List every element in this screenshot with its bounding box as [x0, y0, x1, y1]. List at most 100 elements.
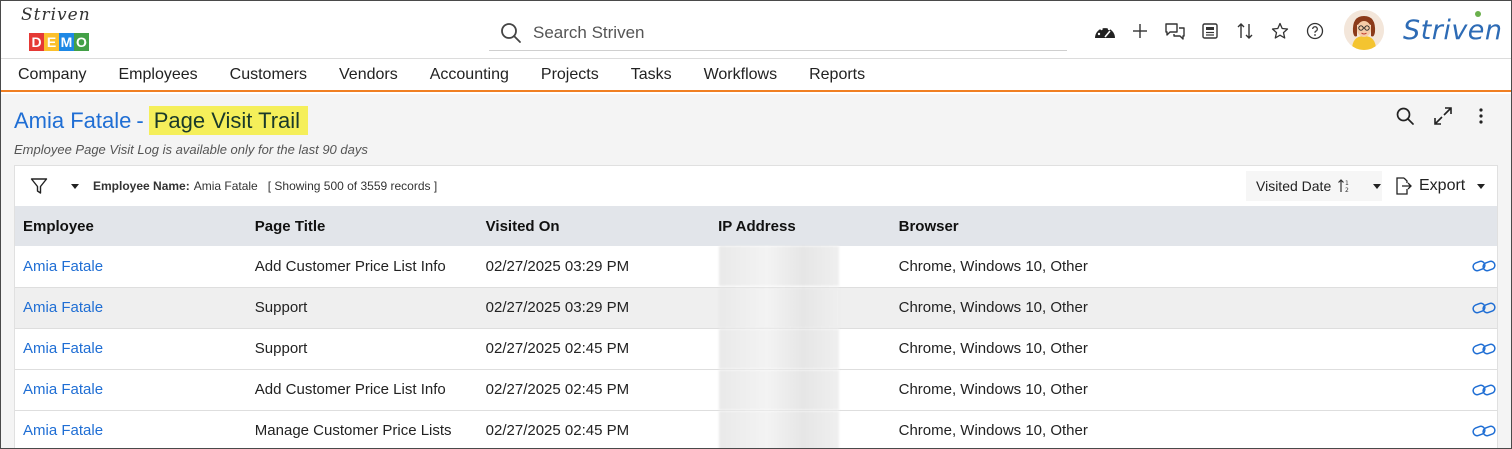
logo-demo-letter: M	[59, 33, 74, 51]
striven-demo-logo[interactable]: Striven D E M O	[19, 5, 99, 53]
ip-redacted	[719, 328, 840, 369]
browser-cell: Chrome, Windows 10, Other	[898, 299, 1088, 316]
column-header-actions	[1104, 206, 1497, 246]
nav-item-reports[interactable]: Reports	[809, 66, 865, 84]
employee-link[interactable]: Amia Fatale	[15, 369, 247, 410]
nav-item-accounting[interactable]: Accounting	[430, 66, 509, 84]
browser-cell: Chrome, Windows 10, Other	[898, 422, 1088, 439]
search-icon[interactable]	[499, 21, 523, 45]
page-title-cell: Add Customer Price List Info	[254, 381, 446, 398]
link-cell	[1104, 246, 1497, 287]
export-dropdown-caret[interactable]	[1477, 183, 1486, 189]
records-count: [ Showing 500 of 3559 records ]	[267, 179, 438, 193]
user-avatar[interactable]	[1344, 10, 1384, 50]
sort-arrows-icon[interactable]	[1227, 17, 1262, 45]
table-row: Amia Fatale Add Customer Price List Info…	[15, 369, 1497, 410]
employee-link[interactable]: Amia Fatale	[15, 246, 247, 287]
page-search-icon[interactable]	[1386, 104, 1424, 128]
star-icon[interactable]	[1262, 17, 1297, 45]
page-subtitle: Employee Page Visit Log is available onl…	[14, 142, 368, 157]
logo-script-text: Striven	[21, 5, 91, 25]
app-window: Striven D E M O Search Striven Striven C…	[0, 0, 1512, 449]
nav-item-workflows[interactable]: Workflows	[704, 66, 778, 84]
link-cell	[1104, 328, 1497, 369]
page-title-cell: Support	[254, 299, 308, 316]
dashboard-icon[interactable]	[1087, 17, 1122, 45]
filter-value: Amia Fatale	[193, 179, 258, 193]
search-input[interactable]	[533, 22, 1033, 43]
link-icon[interactable]	[1471, 340, 1497, 358]
filter-label: Employee Name:	[93, 179, 190, 193]
filter-dropdown-caret[interactable]	[63, 183, 87, 189]
expand-icon[interactable]	[1424, 104, 1462, 128]
sort-selector[interactable]: Visited Date 12	[1246, 171, 1382, 201]
page-header-tools	[1386, 104, 1500, 128]
more-options-icon[interactable]	[1462, 104, 1500, 128]
column-header-visited-on[interactable]: Visited On	[478, 206, 710, 246]
help-icon[interactable]	[1297, 17, 1332, 45]
ip-address-cell	[710, 410, 891, 448]
column-header-ip-address[interactable]: IP Address	[710, 206, 891, 246]
nav-item-employees[interactable]: Employees	[118, 66, 197, 84]
plus-icon[interactable]	[1122, 17, 1157, 45]
nav-item-tasks[interactable]: Tasks	[631, 66, 672, 84]
nav-item-company[interactable]: Company	[18, 66, 86, 84]
page-title: Amia Fatale - Page Visit Trail	[14, 106, 309, 135]
svg-text:2: 2	[1345, 187, 1349, 194]
export-button[interactable]: Export	[1393, 171, 1493, 201]
table-header-row: Employee Page Title Visited On IP Addres…	[15, 206, 1497, 246]
export-label: Export	[1419, 177, 1466, 194]
svg-text:1: 1	[1345, 180, 1349, 187]
ip-address-cell	[710, 369, 891, 410]
column-header-employee[interactable]: Employee	[15, 206, 247, 246]
logo-demo-letter: D	[29, 33, 44, 51]
chat-icon[interactable]	[1157, 17, 1192, 45]
ip-address-cell	[710, 287, 891, 328]
column-header-browser[interactable]: Browser	[891, 206, 1104, 246]
browser-cell: Chrome, Windows 10, Other	[898, 381, 1088, 398]
header-tools	[1087, 17, 1332, 45]
sort-label: Visited Date	[1256, 178, 1332, 194]
logo-demo-letter: O	[74, 33, 89, 51]
employee-link[interactable]: Amia Fatale	[15, 287, 247, 328]
link-icon[interactable]	[1471, 257, 1497, 275]
filter-icon[interactable]	[15, 166, 63, 206]
grid-toolbar: Employee Name: Amia Fatale [ Showing 500…	[15, 166, 1497, 206]
nav-item-customers[interactable]: Customers	[230, 66, 307, 84]
nav-item-vendors[interactable]: Vendors	[339, 66, 398, 84]
visited-on-cell: 02/27/2025 02:45 PM	[485, 340, 630, 357]
visit-trail-table: Employee Page Title Visited On IP Addres…	[15, 206, 1497, 448]
visited-on-cell: 02/27/2025 03:29 PM	[485, 299, 630, 316]
ip-redacted	[719, 369, 840, 410]
ip-address-cell	[710, 246, 891, 287]
visited-on-cell: 02/27/2025 02:45 PM	[485, 381, 630, 398]
export-icon	[1396, 177, 1412, 195]
link-icon[interactable]	[1471, 299, 1497, 317]
main-content: Amia Fatale - Page Visit Trail Employee …	[1, 94, 1511, 448]
logo-demo-letter: E	[44, 33, 59, 51]
browser-cell: Chrome, Windows 10, Other	[898, 340, 1088, 357]
page-title-cell: Support	[254, 340, 308, 357]
page-title-employee-link[interactable]: Amia Fatale	[14, 108, 131, 134]
main-nav: Company Employees Customers Vendors Acco…	[1, 58, 1511, 92]
page-title-cell: Add Customer Price List Info	[254, 257, 446, 275]
sort-order-icon[interactable]: 12	[1337, 178, 1353, 194]
global-search	[489, 15, 1067, 51]
link-icon[interactable]	[1471, 381, 1497, 399]
page-title-cell: Manage Customer Price Lists	[254, 422, 452, 439]
employee-link[interactable]: Amia Fatale	[15, 328, 247, 369]
column-header-page-title[interactable]: Page Title	[247, 206, 478, 246]
sort-dropdown-caret[interactable]	[1373, 183, 1382, 189]
table-row: Amia Fatale Manage Customer Price Lists …	[15, 410, 1497, 448]
employee-link[interactable]: Amia Fatale	[15, 410, 247, 448]
nav-item-projects[interactable]: Projects	[541, 66, 599, 84]
logo-demo-badge: D E M O	[29, 33, 89, 51]
visited-on-cell: 02/27/2025 03:29 PM	[485, 257, 630, 275]
ip-redacted	[719, 410, 840, 448]
brand-dot	[1475, 11, 1481, 17]
table-row: Amia Fatale Support 02/27/2025 03:29 PM …	[15, 287, 1497, 328]
link-icon[interactable]	[1471, 422, 1497, 440]
ip-address-cell	[710, 328, 891, 369]
striven-brand-logo[interactable]: Striven	[1403, 15, 1503, 46]
news-icon[interactable]	[1192, 17, 1227, 45]
